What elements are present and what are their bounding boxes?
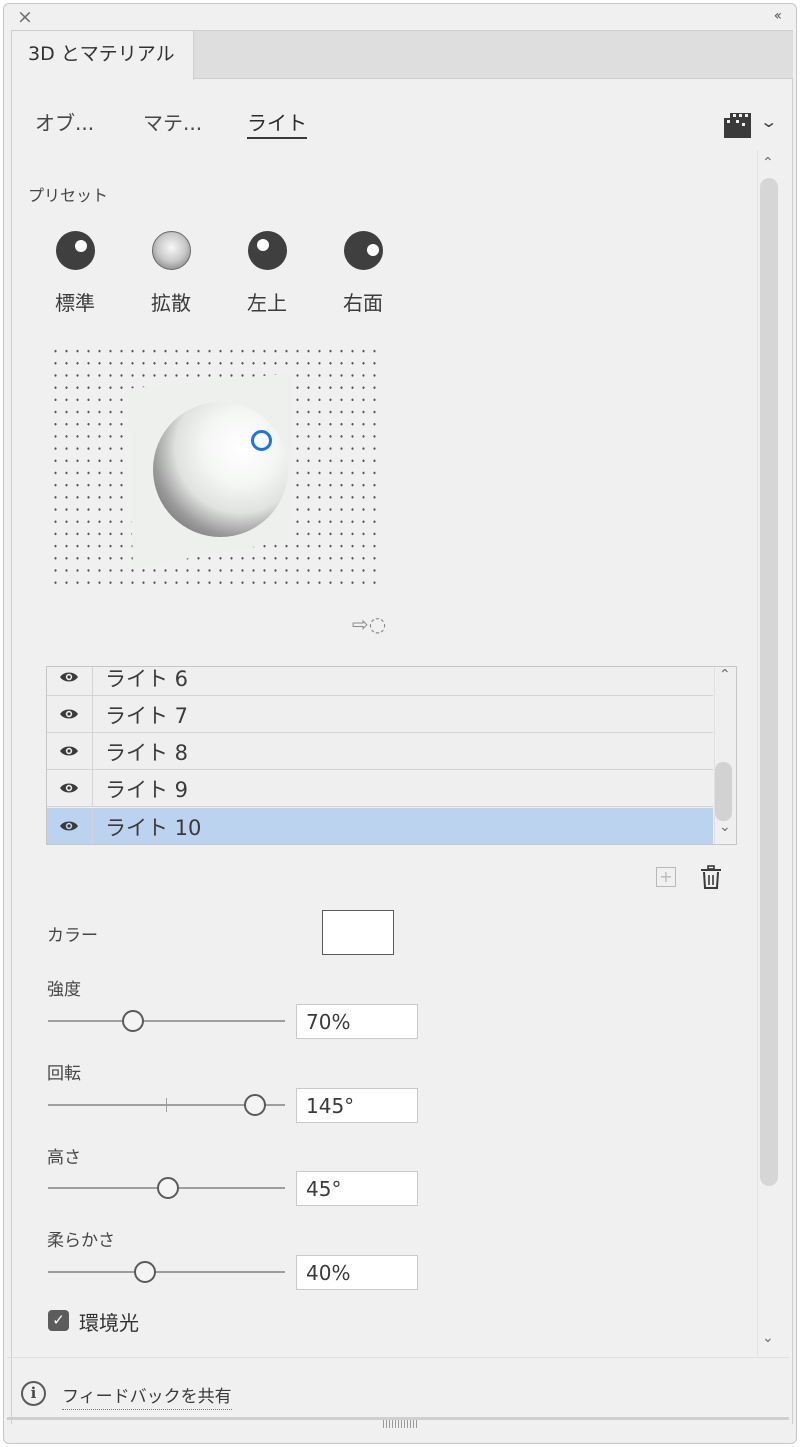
height-field[interactable]: 45° [296, 1171, 418, 1206]
preset-label: 拡散 [151, 291, 191, 315]
preview-sphere [153, 402, 288, 537]
list-item-label: ライト 10 [105, 816, 202, 840]
scrollbar-gutter [757, 150, 758, 1355]
rotation-slider-center-tick [166, 1098, 167, 1112]
ambient-light-checkbox[interactable]: ✓ [48, 1310, 69, 1331]
visibility-toggle[interactable] [47, 667, 93, 695]
panel-scrollbar-thumb[interactable] [760, 178, 778, 1186]
intensity-label: 強度 [47, 980, 81, 1000]
visibility-toggle[interactable] [47, 770, 93, 806]
move-light-behind-icon[interactable]: ⇨◌ [352, 612, 386, 636]
height-label: 高さ [47, 1148, 81, 1168]
tab-material[interactable]: マテ... [143, 107, 202, 136]
eye-icon [60, 709, 78, 719]
list-scroll-down-icon[interactable]: ⌄ [719, 819, 731, 835]
list-item-selected[interactable]: ライト 10 [47, 808, 713, 844]
softness-slider-track[interactable] [48, 1271, 285, 1273]
rotation-field[interactable]: 145° [296, 1088, 418, 1123]
list-item[interactable]: ライト 6 [47, 667, 713, 696]
rotation-slider-thumb[interactable] [244, 1094, 266, 1116]
preset-label: 右面 [343, 291, 383, 315]
close-icon[interactable]: × [17, 7, 33, 27]
list-scrollbar[interactable]: ⌃ ⌄ [714, 667, 736, 844]
resize-grip-icon[interactable] [383, 1420, 417, 1428]
info-icon: i [21, 1381, 46, 1406]
panel-titlebar: × ‹‹ [4, 4, 796, 30]
tab-lighting[interactable]: ライト [247, 107, 307, 139]
preset-right[interactable]: 右面 [323, 231, 403, 316]
preset-right-icon [343, 231, 383, 270]
light-position-handle[interactable] [251, 430, 272, 451]
list-scroll-up-icon[interactable]: ⌃ [719, 667, 731, 683]
ambient-light-label: 環境光 [79, 1311, 139, 1335]
scroll-up-icon[interactable]: ⌃ [762, 155, 774, 171]
list-item-label: ライト 8 [105, 741, 189, 765]
tab-3d-materials[interactable]: 3D とマテリアル [11, 30, 194, 80]
list-item-label: ライト 9 [105, 778, 189, 802]
add-light-icon[interactable]: + [656, 867, 676, 887]
list-item-label: ライト 6 [105, 667, 189, 691]
delete-light-icon[interactable] [700, 865, 722, 889]
preset-diffuse-icon [151, 231, 191, 270]
panel-tabstrip: 3D とマテリアル [11, 30, 793, 80]
collapse-icon[interactable]: ‹‹ [774, 6, 782, 26]
eye-icon [60, 672, 78, 682]
eye-icon [60, 783, 78, 793]
visibility-toggle[interactable] [47, 733, 93, 769]
preset-diffuse[interactable]: 拡散 [131, 231, 211, 316]
height-slider-thumb[interactable] [157, 1177, 179, 1199]
preset-standard-icon [55, 231, 95, 270]
list-item[interactable]: ライト 9 [47, 770, 713, 807]
lights-list: ライト 6 ライト 7 ライト 8 ライト 9 ライト 10 ⌃ ⌄ [46, 666, 737, 845]
preset-label: 左上 [247, 291, 287, 315]
visibility-toggle[interactable] [47, 808, 93, 844]
rotation-label: 回転 [47, 1064, 81, 1084]
preset-top-left-icon [247, 231, 287, 270]
intensity-slider-thumb[interactable] [122, 1010, 144, 1032]
list-scrollbar-thumb[interactable] [715, 762, 732, 821]
chevron-down-icon[interactable]: ⌄ [759, 112, 778, 131]
preset-top-left[interactable]: 左上 [227, 231, 307, 316]
intensity-slider-track[interactable] [48, 1020, 285, 1022]
softness-slider-thumb[interactable] [134, 1261, 156, 1283]
render-settings-icon[interactable] [724, 113, 751, 138]
eye-icon [60, 821, 78, 831]
preset-standard[interactable]: 標準 [35, 231, 115, 316]
intensity-field[interactable]: 70% [296, 1004, 418, 1039]
color-label: カラー [47, 926, 98, 946]
footer-divider [7, 1357, 789, 1358]
scroll-down-icon[interactable]: ⌄ [762, 1330, 774, 1346]
softness-label: 柔らかさ [47, 1231, 115, 1251]
tab-object[interactable]: オブ... [35, 107, 94, 136]
list-item[interactable]: ライト 8 [47, 733, 713, 770]
eye-icon [60, 746, 78, 756]
light-color-swatch[interactable] [322, 910, 394, 955]
preset-label: 標準 [55, 291, 95, 315]
softness-field[interactable]: 40% [296, 1255, 418, 1290]
list-item[interactable]: ライト 7 [47, 696, 713, 733]
list-item-label: ライト 7 [105, 704, 189, 728]
share-feedback-link[interactable]: フィードバックを共有 [62, 1382, 232, 1410]
visibility-toggle[interactable] [47, 696, 93, 732]
presets-heading: プリセット [28, 186, 109, 205]
